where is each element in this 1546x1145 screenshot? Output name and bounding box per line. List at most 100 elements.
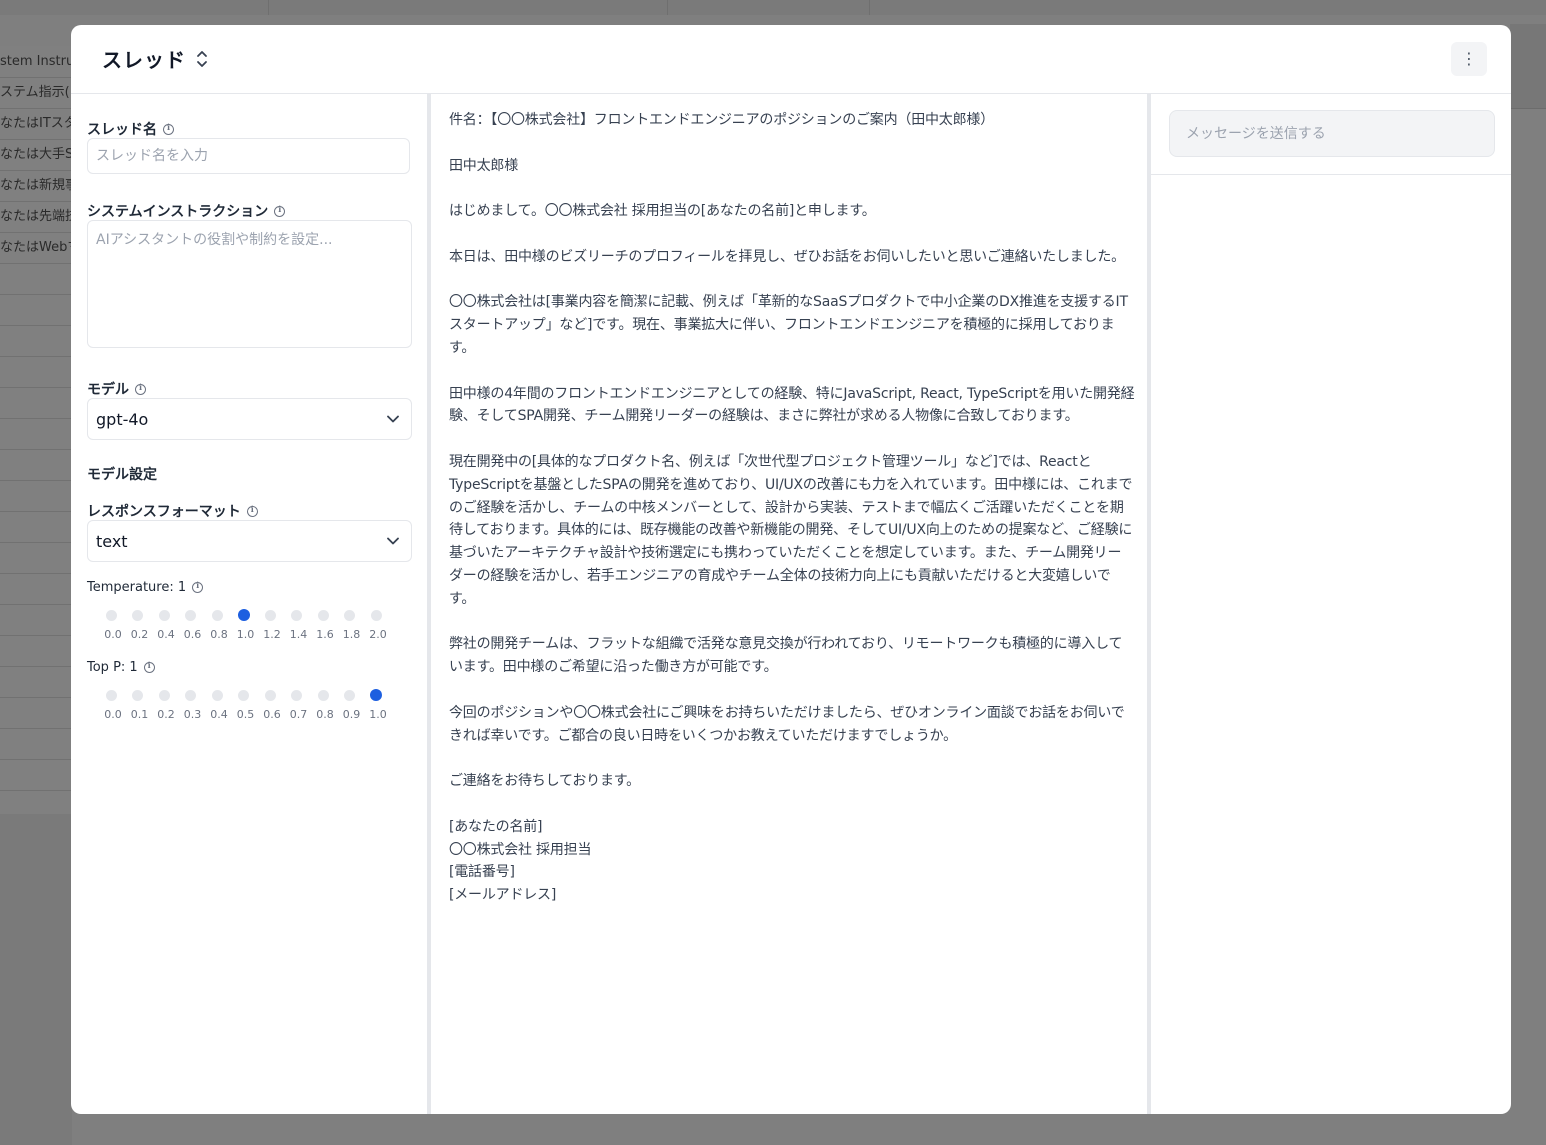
thread-name-input[interactable] <box>87 138 410 174</box>
temperature-tick-label: 0.8 <box>210 628 228 641</box>
info-icon[interactable] <box>246 504 258 517</box>
background-row: なたは先端技 <box>0 201 72 233</box>
response-format-select[interactable]: text <box>87 520 412 562</box>
system-instruction-label-text: システムインストラクション <box>87 204 269 220</box>
temperature-slider-dot[interactable] <box>132 610 143 621</box>
top-p-slider-dot[interactable] <box>291 690 302 701</box>
background-row: stem Instru <box>0 46 72 78</box>
top-p-tick-label: 0.1 <box>130 708 149 721</box>
background-row: なたは大手Sa <box>0 139 72 171</box>
modal-title: スレッド <box>102 48 186 72</box>
top-p-tick-label: 1.0 <box>369 708 387 721</box>
temperature-tick-label: 0.6 <box>183 628 202 641</box>
top-p-tick-label: 0.3 <box>183 708 202 721</box>
background-row: ステム指示(ト <box>0 77 72 109</box>
response-format-label-text: レスポンスフォーマット <box>87 504 241 520</box>
model-label-text: モデル <box>87 382 129 398</box>
top-p-slider-dot[interactable] <box>132 690 143 701</box>
temperature-slider-dot[interactable] <box>317 610 329 621</box>
temperature-slider-dot-selected[interactable] <box>237 609 250 621</box>
message-paragraph: ご連絡をお待ちしております。 <box>449 773 640 790</box>
top-p-tick-label: 0.8 <box>316 708 334 721</box>
temperature-tick-label: 1.6 <box>316 628 334 641</box>
thread-switcher[interactable]: スレッド <box>102 44 208 73</box>
temperature-slider-dot[interactable] <box>370 610 382 621</box>
background-row <box>0 356 72 388</box>
chevron-up-down-icon <box>197 50 207 67</box>
top-p-label-text: Top P: 1 <box>87 660 138 675</box>
background-row <box>0 387 72 419</box>
temperature-slider-dot[interactable] <box>344 610 355 621</box>
modal-header: スレッド ⋮ <box>71 25 1511 94</box>
model-select[interactable]: gpt-4o <box>87 398 412 440</box>
top-p-tick-label: 0.6 <box>263 708 281 721</box>
system-instruction-label: システムインストラクション <box>87 201 286 221</box>
background-row <box>0 449 72 481</box>
background-row <box>0 511 72 543</box>
temperature-slider-dot[interactable] <box>211 610 223 621</box>
signature-line: [あなたの名前] <box>449 818 543 835</box>
message-paragraph: 今回のポジションや〇〇株式会社にご興味をお持ちいただけましたら、ぜひオンライン面… <box>449 704 1125 744</box>
temperature-tick-label: 0.0 <box>104 628 122 641</box>
message-paragraph: はじめまして。〇〇株式会社 採用担当の[あなたの名前]と申します。 <box>449 203 876 220</box>
temperature-tick-label: 0.2 <box>130 628 149 641</box>
response-text: 件名：【〇〇株式会社】フロントエンドエンジニアのポジションのご案内（田中太郎様）… <box>449 109 1135 907</box>
model-settings-heading: モデル設定 <box>87 467 157 483</box>
more-options-button[interactable]: ⋮ <box>1451 42 1487 76</box>
temperature-tick-label: 1.2 <box>263 628 281 641</box>
background-row: なたは新規事 <box>0 170 72 202</box>
temperature-tick-label: 1.8 <box>342 628 361 641</box>
message-paragraph: 〇〇株式会社は[事業内容を簡潔に記載、例えば「革新的なSaaSプロダクトで中小企… <box>449 294 1128 356</box>
info-icon[interactable] <box>135 382 146 395</box>
temperature-tick-label: 1.4 <box>289 628 308 641</box>
background-right-panel <box>1510 24 1546 109</box>
top-p-slider-dot-selected[interactable] <box>370 689 382 701</box>
chat-panel <box>1151 94 1511 1114</box>
info-icon[interactable] <box>274 204 286 217</box>
message-paragraph: 弊社の開発チームは、フラットな組織で活発な意見交換が行われており、リモートワーク… <box>449 636 1123 676</box>
thread-name-label-text: スレッド名 <box>87 122 157 138</box>
chevron-down-icon <box>387 415 399 423</box>
top-p-tick-label: 0.0 <box>104 708 122 721</box>
top-p-slider-dot[interactable] <box>238 690 249 701</box>
response-format-select-value: text <box>96 531 128 551</box>
temperature-slider-dot[interactable] <box>264 610 276 621</box>
settings-panel: スレッド名 システムインストラクション モデル gpt-4o モデル設定 レスポ… <box>71 94 431 1114</box>
model-select-value: gpt-4o <box>96 409 149 429</box>
background-row <box>0 573 72 605</box>
chevron-down-icon <box>387 537 399 545</box>
top-p-slider-dot[interactable] <box>264 690 276 701</box>
temperature-tick-label: 1.0 <box>236 628 255 641</box>
background-row: なたはITスタ <box>0 108 72 140</box>
temperature-slider-dot[interactable] <box>105 610 117 621</box>
background-row <box>0 418 72 450</box>
background-row <box>0 263 72 295</box>
background-row <box>0 542 72 574</box>
top-p-slider-dot[interactable] <box>158 690 170 701</box>
info-icon[interactable] <box>143 660 155 673</box>
temperature-label: Temperature: 1 <box>87 580 204 595</box>
top-p-tick-label: 0.7 <box>289 708 308 721</box>
top-p-slider-dot[interactable] <box>105 690 117 701</box>
top-p-label: Top P: 1 <box>87 660 155 675</box>
temperature-slider-dot[interactable] <box>185 610 196 621</box>
message-input[interactable] <box>1169 110 1495 157</box>
background-top-strip <box>0 0 1546 15</box>
info-icon[interactable] <box>192 580 204 593</box>
temperature-slider-dot[interactable] <box>158 610 170 621</box>
background-row <box>0 728 72 760</box>
chat-input-area <box>1151 94 1511 175</box>
response-panel: 件名：【〇〇株式会社】フロントエンドエンジニアのポジションのご案内（田中太郎様）… <box>432 94 1151 1114</box>
top-p-slider-dot[interactable] <box>211 690 223 701</box>
info-icon[interactable] <box>163 122 174 135</box>
system-instruction-textarea[interactable] <box>87 220 412 348</box>
background-row <box>0 759 72 791</box>
background-row <box>0 480 72 512</box>
temperature-tick-label: 2.0 <box>369 628 387 641</box>
message-paragraph: 本日は、田中様のビズリーチのプロフィールを拝見し、ぜひお話をお伺いしたいと思いご… <box>449 248 1125 265</box>
top-p-slider-dot[interactable] <box>317 690 329 701</box>
top-p-slider-dot[interactable] <box>185 690 196 701</box>
temperature-slider-dot[interactable] <box>291 610 302 621</box>
top-p-slider-dot[interactable] <box>344 690 355 701</box>
thread-name-label: スレッド名 <box>87 119 174 139</box>
